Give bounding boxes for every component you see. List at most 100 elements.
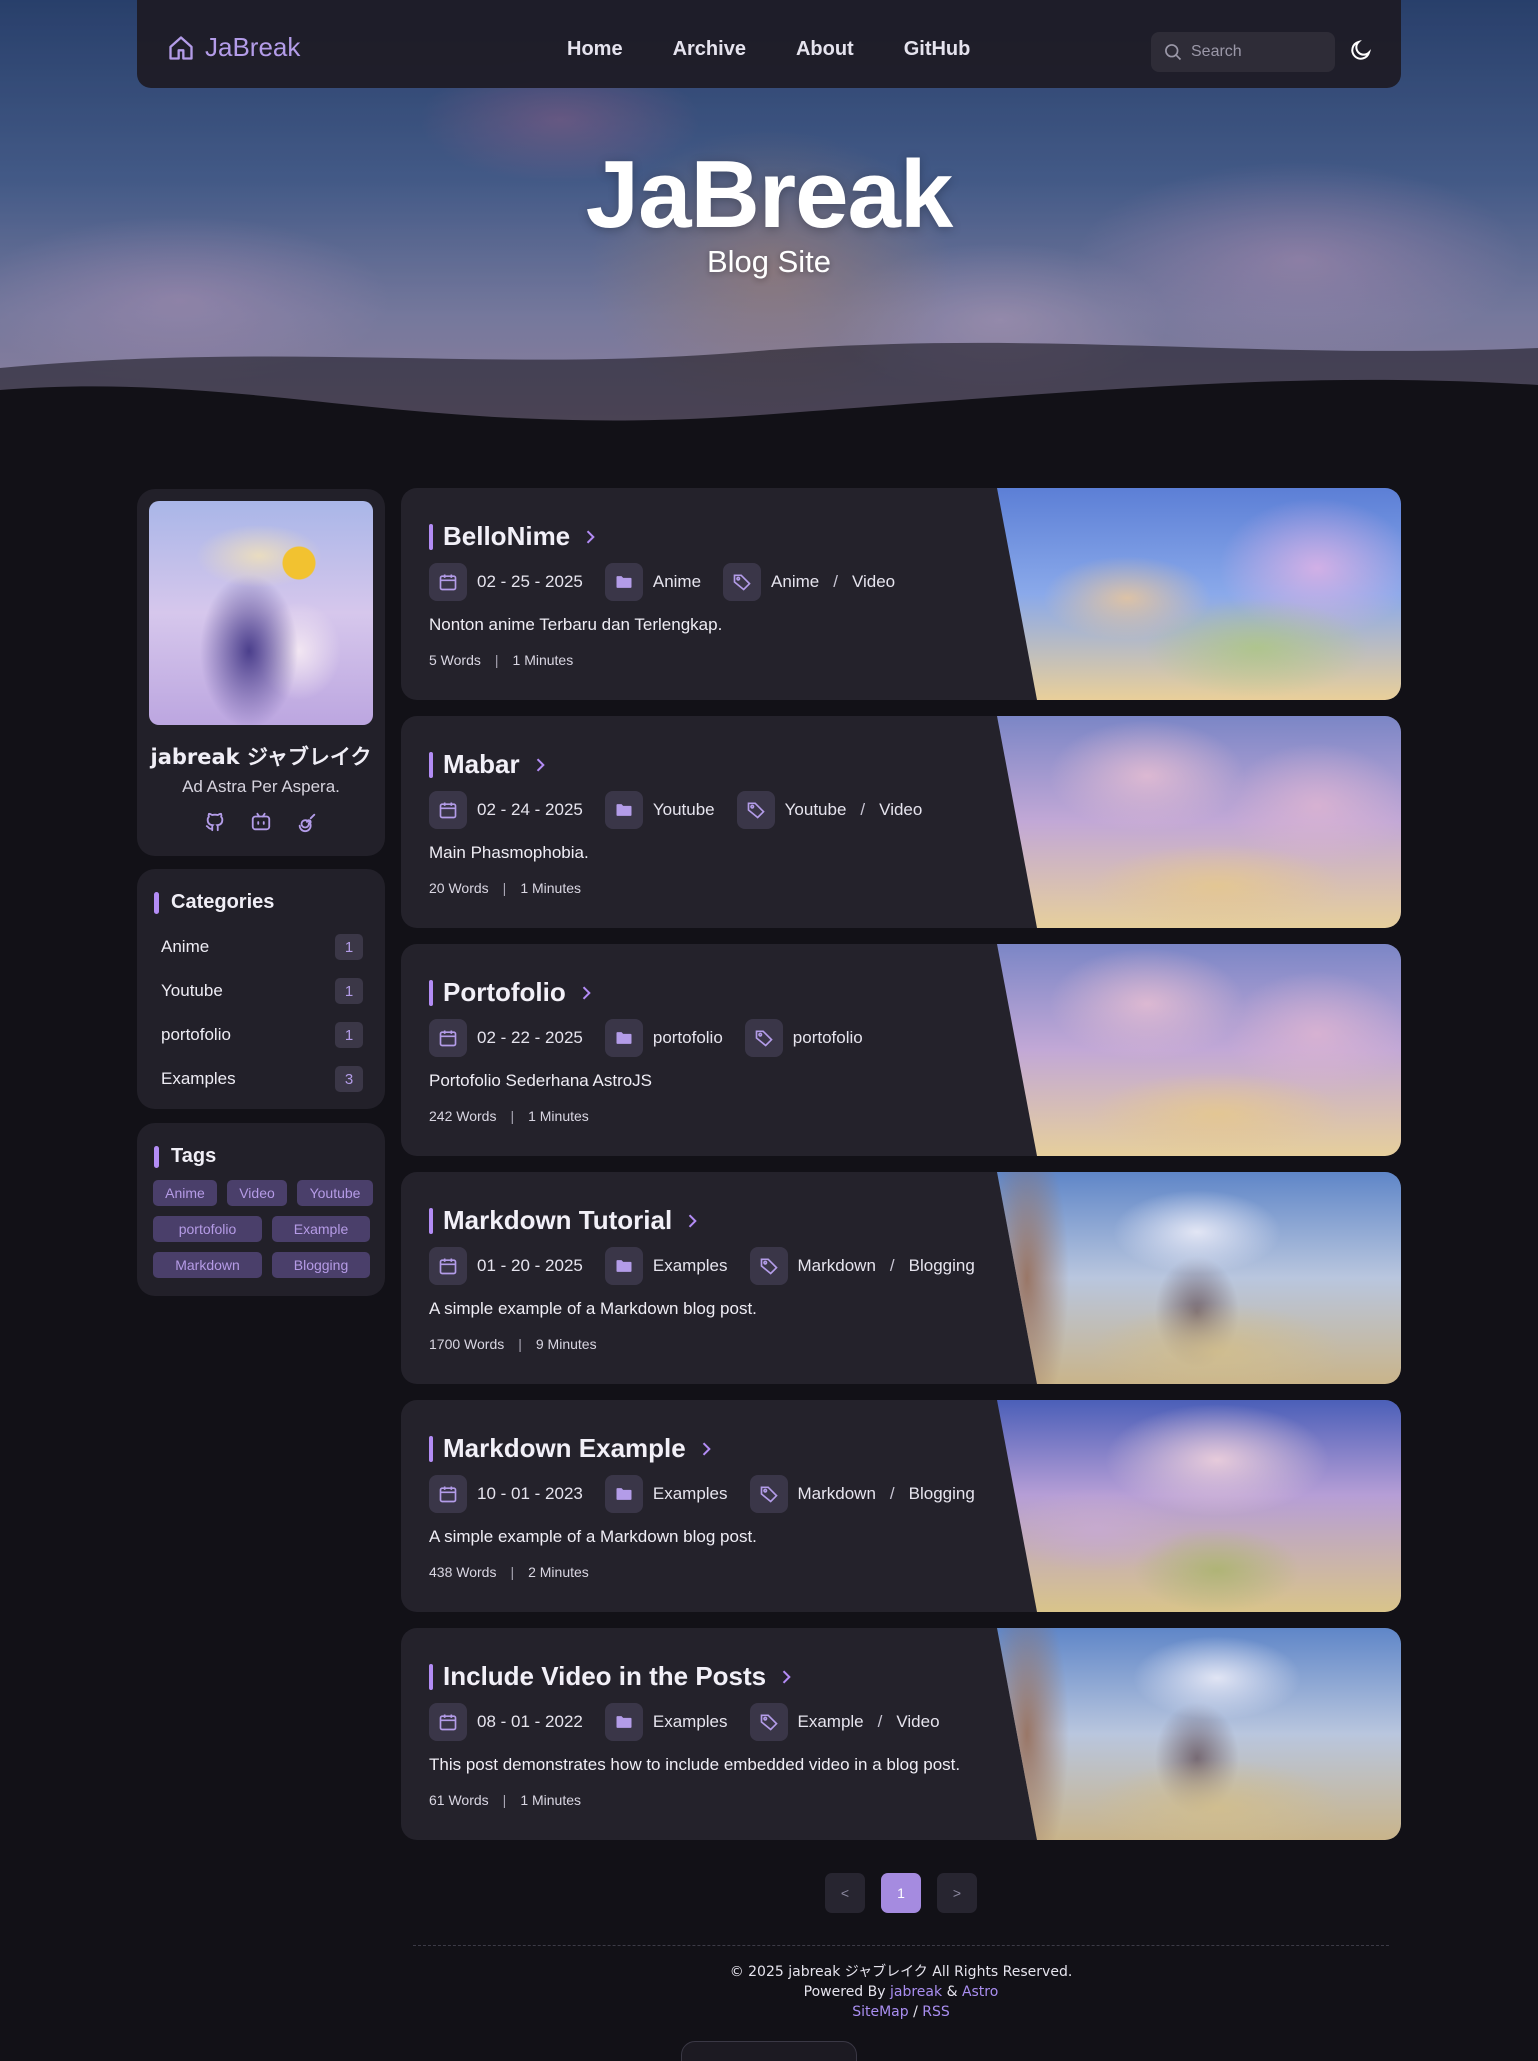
tag-portofolio[interactable]: portofolio [153, 1216, 262, 1242]
search-box[interactable] [1151, 32, 1335, 72]
post-title: Mabar [443, 749, 520, 779]
category-name: Youtube [161, 981, 223, 1000]
footer: © 2025 jabreak ジャブレイク All Rights Reserve… [413, 1962, 1389, 2022]
post-meta: 01 - 20 - 2025 Examples Markdown / Bloggin… [429, 1247, 997, 1285]
page-1-button[interactable]: 1 [881, 1873, 921, 1913]
nav-about[interactable]: About [796, 38, 854, 61]
moon-icon [1351, 39, 1372, 60]
post-category[interactable]: Examples [653, 1484, 728, 1504]
spiral-icon[interactable] [296, 811, 318, 833]
bilibili-icon[interactable] [250, 811, 272, 833]
post-tag[interactable]: Video [852, 572, 895, 592]
author-link[interactable]: jabreak [890, 1984, 942, 2000]
post-stats: 438 Words | 2 Minutes [429, 1564, 589, 1580]
post-category[interactable]: Youtube [653, 800, 715, 820]
post-cover-image[interactable] [997, 716, 1401, 928]
post-tag[interactable]: Example [798, 1712, 864, 1732]
post-cover-image[interactable] [997, 488, 1401, 700]
post-tag[interactable]: portofolio [793, 1028, 863, 1048]
post-card[interactable]: Include Video in the Posts 08 - 01 - 202… [401, 1628, 1401, 1840]
post-tag[interactable]: Anime [771, 572, 819, 592]
accent-bar [429, 1663, 433, 1690]
profile-card: jabreak ジャブレイク Ad Astra Per Aspera. [137, 489, 385, 856]
post-category[interactable]: Anime [653, 572, 701, 592]
categories-widget: Categories Anime 1 Youtube 1 portofolio … [137, 869, 385, 1109]
top-navbar: JaBreak Home Archive About GitHub [137, 0, 1401, 88]
post-category[interactable]: Examples [653, 1256, 728, 1276]
post-description: This post demonstrates how to include em… [429, 1755, 961, 1774]
post-card[interactable]: Markdown Example 10 - 01 - 2023 Examples… [401, 1400, 1401, 1612]
post-title-link[interactable]: Include Video in the Posts [429, 1661, 796, 1692]
category-item-anime[interactable]: Anime 1 [161, 933, 363, 961]
calendar-icon [429, 1019, 467, 1057]
post-description: Main Phasmophobia. [429, 843, 589, 862]
post-tag[interactable]: Blogging [909, 1484, 975, 1504]
bottom-dock[interactable] [681, 2041, 857, 2061]
post-description: Nonton anime Terbaru dan Terlengkap. [429, 615, 723, 634]
post-tag[interactable]: Video [896, 1712, 939, 1732]
post-card[interactable]: Portofolio 02 - 22 - 2025 portofolio por… [401, 944, 1401, 1156]
post-card[interactable]: Markdown Tutorial 01 - 20 - 2025 Example… [401, 1172, 1401, 1384]
calendar-icon [429, 1247, 467, 1285]
post-tag[interactable]: Markdown [798, 1256, 876, 1276]
profile-name: jabreak ジャブレイク [150, 745, 372, 769]
astro-link[interactable]: Astro [962, 1984, 998, 2000]
post-tag[interactable]: Markdown [798, 1484, 876, 1504]
brand-link[interactable]: JaBreak [167, 32, 300, 63]
post-card[interactable]: Mabar 02 - 24 - 2025 Youtube Youtube / Vid… [401, 716, 1401, 928]
post-cover-image[interactable] [997, 1400, 1401, 1612]
post-stats: 242 Words | 1 Minutes [429, 1108, 589, 1124]
post-stats: 61 Words | 1 Minutes [429, 1792, 582, 1808]
theme-toggle-button[interactable] [1349, 38, 1373, 67]
post-words: 20 Words [429, 880, 489, 896]
category-item-portofolio[interactable]: portofolio 1 [161, 1021, 363, 1049]
post-title-link[interactable]: Markdown Tutorial [429, 1205, 702, 1236]
folder-icon [604, 791, 643, 829]
accent-bar [429, 523, 433, 550]
prev-page-button[interactable]: < [825, 1873, 865, 1913]
post-category[interactable]: portofolio [653, 1028, 723, 1048]
categories-header: Categories [154, 891, 274, 914]
post-tag[interactable]: Youtube [785, 800, 847, 820]
post-title-link[interactable]: Mabar [429, 749, 550, 780]
post-title-link[interactable]: Portofolio [429, 977, 596, 1008]
post-cover-image[interactable] [997, 1628, 1401, 1840]
tag-anime[interactable]: Anime [153, 1180, 217, 1206]
tags-widget: Tags Anime Video Youtube portofolio Exam… [137, 1123, 385, 1296]
tag-example[interactable]: Example [272, 1216, 370, 1242]
category-item-youtube[interactable]: Youtube 1 [161, 977, 363, 1005]
tag-youtube[interactable]: Youtube [297, 1180, 373, 1206]
post-tag[interactable]: Blogging [909, 1256, 975, 1276]
post-category[interactable]: Examples [653, 1712, 728, 1732]
sitemap-link[interactable]: SiteMap [852, 2004, 908, 2020]
post-minutes: 1 Minutes [528, 1108, 589, 1124]
accent-bar [154, 1145, 159, 1168]
github-icon[interactable] [204, 811, 226, 833]
next-page-button[interactable]: > [937, 1873, 977, 1913]
tag-video[interactable]: Video [227, 1180, 287, 1206]
rss-link[interactable]: RSS [922, 2004, 950, 2020]
chevron-right-icon [782, 1669, 791, 1684]
brand-name: JaBreak [205, 32, 301, 62]
chevron-right-icon [582, 985, 591, 1000]
search-input[interactable] [1191, 43, 1321, 61]
nav-github[interactable]: GitHub [904, 38, 971, 61]
tag-icon [749, 1475, 788, 1513]
accent-bar [429, 1435, 433, 1462]
post-cover-image[interactable] [997, 1172, 1401, 1384]
post-minutes: 1 Minutes [520, 880, 582, 896]
post-tag[interactable]: Video [879, 800, 922, 820]
post-cover-image[interactable] [997, 944, 1401, 1156]
post-title-link[interactable]: BelloNime [429, 521, 600, 552]
post-title: BelloNime [443, 521, 571, 551]
category-item-examples[interactable]: Examples 3 [161, 1065, 363, 1093]
hero-title: JaBreak [585, 141, 954, 248]
category-name: portofolio [161, 1025, 231, 1044]
post-title-link[interactable]: Markdown Example [429, 1433, 716, 1464]
tag-markdown[interactable]: Markdown [153, 1252, 262, 1278]
nav-archive[interactable]: Archive [673, 38, 746, 61]
post-title: Markdown Example [443, 1433, 686, 1463]
post-card[interactable]: BelloNime 02 - 25 - 2025 Anime Anime / Vid… [401, 488, 1401, 700]
nav-home[interactable]: Home [567, 38, 623, 61]
tag-blogging[interactable]: Blogging [272, 1252, 370, 1278]
